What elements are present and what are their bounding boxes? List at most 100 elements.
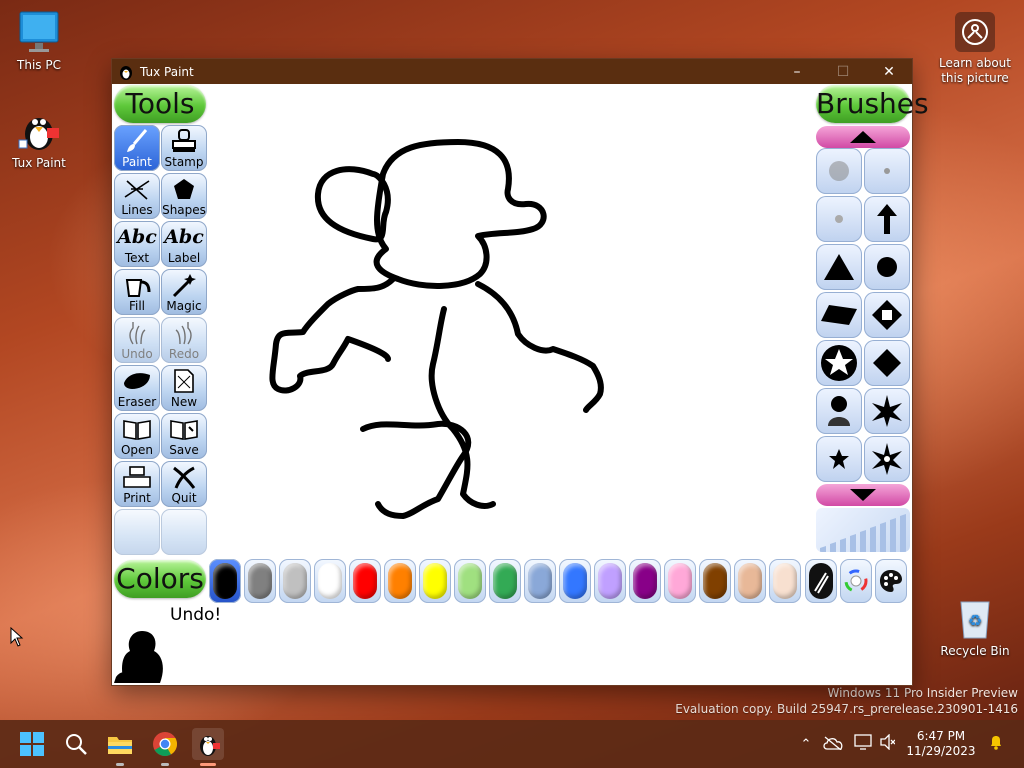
tool-lines-button[interactable]: Lines — [114, 173, 160, 219]
chrome-icon[interactable] — [149, 728, 181, 760]
tool-paint-button[interactable]: Paint — [114, 125, 160, 171]
brush-option[interactable] — [816, 148, 862, 194]
brush-option[interactable] — [864, 292, 910, 338]
brush-option[interactable] — [816, 388, 862, 434]
color-swatch[interactable] — [349, 559, 381, 603]
tool-print-button[interactable]: Print — [114, 461, 160, 507]
tool-quit-button[interactable]: Quit — [161, 461, 207, 507]
tool-magic-button[interactable]: Magic — [161, 269, 207, 315]
brush-option[interactable] — [864, 436, 910, 482]
window-titlebar[interactable]: Tux Paint – ☐ ✕ — [112, 59, 912, 84]
desktop-icon-label: Tux Paint — [12, 156, 66, 170]
taskbar: ⌃ 6:47 PM 11/29/2023 — [0, 720, 1024, 768]
tool-stamp-button[interactable]: Stamp — [161, 125, 207, 171]
tool-label: Label — [167, 251, 201, 265]
brushes-scroll-down-button[interactable] — [816, 484, 910, 506]
tool-new-button[interactable]: New — [161, 365, 207, 411]
brush-option[interactable] — [864, 148, 910, 194]
running-indicator — [161, 763, 169, 766]
rainbow-color-button[interactable] — [840, 559, 872, 603]
color-dot — [423, 563, 447, 599]
tool-shapes-button[interactable]: Shapes — [161, 173, 207, 219]
drawing-canvas[interactable] — [208, 84, 814, 554]
color-swatch[interactable] — [769, 559, 801, 603]
minimize-button[interactable]: – — [774, 59, 820, 84]
rainbow-wheel-icon — [844, 569, 868, 593]
file-explorer-icon[interactable] — [104, 728, 136, 760]
color-dot — [283, 563, 307, 599]
tool-label: Open — [120, 443, 154, 457]
color-swatch[interactable] — [489, 559, 521, 603]
tool-undo-button[interactable]: Undo — [114, 317, 160, 363]
active-indicator — [200, 763, 216, 766]
color-picker-icon — [809, 563, 833, 599]
desktop-icon-recycle-bin[interactable]: ♻ Recycle Bin — [937, 596, 1013, 658]
palette-button[interactable] — [875, 559, 907, 603]
color-swatch[interactable] — [279, 559, 311, 603]
color-swatch[interactable] — [699, 559, 731, 603]
color-swatch[interactable] — [664, 559, 696, 603]
diamond-square-icon — [870, 298, 904, 332]
color-swatch[interactable] — [559, 559, 591, 603]
brush-option[interactable] — [816, 292, 862, 338]
desktop-learn-about-picture[interactable]: Learn about this picture — [934, 12, 1016, 86]
monitor-icon — [18, 10, 60, 54]
tool-open-button[interactable]: Open — [114, 413, 160, 459]
color-swatch[interactable] — [734, 559, 766, 603]
notification-bell-icon[interactable] — [984, 734, 1008, 754]
tool-save-button[interactable]: Save — [161, 413, 207, 459]
color-dot — [493, 563, 517, 599]
svg-text:♻: ♻ — [968, 611, 982, 630]
undo-hand-icon — [122, 319, 152, 347]
clock[interactable]: 6:47 PM 11/29/2023 — [898, 729, 984, 759]
color-swatch[interactable] — [314, 559, 346, 603]
network-icon[interactable] — [850, 734, 876, 754]
tool-redo-button[interactable]: Redo — [161, 317, 207, 363]
brush-option[interactable] — [864, 244, 910, 290]
color-picker-button[interactable] — [805, 559, 837, 603]
running-indicator — [116, 763, 124, 766]
onedrive-off-icon[interactable] — [816, 735, 850, 754]
brush-option[interactable] — [816, 436, 862, 482]
brush-option[interactable] — [816, 196, 862, 242]
brush-option[interactable] — [816, 244, 862, 290]
search-icon[interactable] — [60, 728, 92, 760]
brush-option[interactable] — [864, 340, 910, 386]
color-swatch[interactable] — [384, 559, 416, 603]
color-dot — [668, 563, 692, 599]
volume-muted-icon[interactable] — [876, 733, 898, 754]
tool-label-button[interactable]: Abc Label — [161, 221, 207, 267]
start-icon[interactable] — [16, 728, 48, 760]
circle-icon — [874, 254, 900, 280]
desktop-icon-this-pc[interactable]: This PC — [1, 10, 77, 72]
desktop-icon-tux-paint[interactable]: Tux Paint — [1, 108, 77, 170]
brushes-scroll-up-button[interactable] — [816, 126, 910, 148]
color-swatch[interactable] — [454, 559, 486, 603]
brush-option[interactable] — [864, 388, 910, 434]
color-swatch[interactable] — [419, 559, 451, 603]
close-button[interactable]: ✕ — [866, 59, 912, 84]
color-swatch[interactable] — [524, 559, 556, 603]
colors-header: Colors — [114, 560, 206, 598]
brush-size-slider[interactable] — [816, 508, 910, 552]
lines-icon — [122, 175, 152, 203]
tool-label: New — [170, 395, 198, 409]
tool-fill-button[interactable]: Fill — [114, 269, 160, 315]
brush-option[interactable] — [864, 196, 910, 242]
chevron-up-icon[interactable]: ⌃ — [796, 737, 816, 752]
clock-date: 11/29/2023 — [906, 744, 976, 758]
tool-empty-slot — [114, 509, 160, 555]
tux-paint-app: Tools Brushes Paint Stamp Lines Shapes Abc Te… — [112, 84, 929, 685]
tool-text-button[interactable]: Abc Text — [114, 221, 160, 267]
color-swatch[interactable] — [244, 559, 276, 603]
color-swatch[interactable] — [629, 559, 661, 603]
tux-paint-icon[interactable] — [192, 728, 224, 760]
tool-label: Paint — [122, 155, 152, 169]
tool-eraser-button[interactable]: Eraser — [114, 365, 160, 411]
maximize-button[interactable]: ☐ — [820, 59, 866, 84]
brush-option[interactable] — [816, 340, 862, 386]
color-swatch[interactable] — [594, 559, 626, 603]
paintbrush-icon — [122, 127, 152, 155]
color-swatch[interactable] — [209, 559, 241, 603]
soft-dot-icon — [827, 159, 851, 183]
